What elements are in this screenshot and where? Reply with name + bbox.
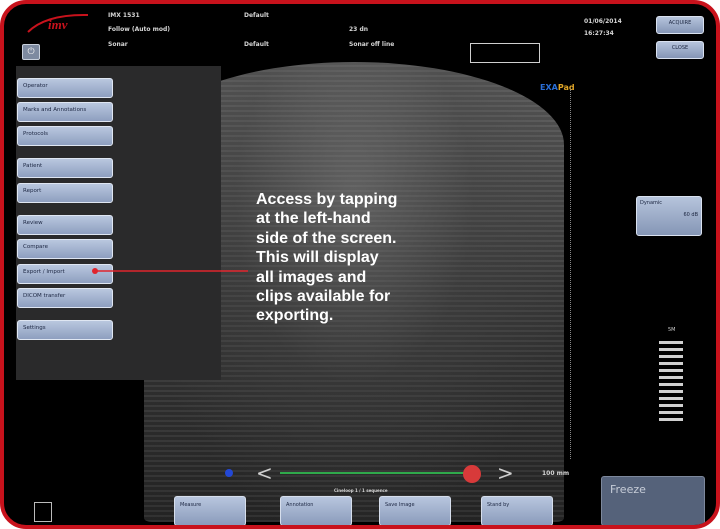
menu-item-review[interactable]: Review — [17, 215, 113, 235]
menu-item-report[interactable]: Report — [17, 183, 113, 203]
save-image-button[interactable]: Save Image — [379, 496, 451, 525]
acquire-button[interactable]: ACQUIRE — [656, 16, 704, 34]
device-frame: imv IMX 1531 Follow (Auto mod) Sonar Def… — [0, 0, 720, 529]
tgc-gain-sliders[interactable] — [654, 339, 688, 429]
dynamic-value: 60 dB — [683, 212, 698, 218]
power-icon: ⏻ — [27, 47, 35, 57]
header-probe: IMX 1531 — [108, 12, 140, 19]
header-sonar: Sonar — [108, 41, 128, 48]
cine-label: Cineloop 1 / 1 sequence — [334, 488, 388, 493]
stand-by-button[interactable]: Stand by — [481, 496, 553, 525]
depth-scale — [570, 89, 572, 459]
dynamic-range-control[interactable]: Dynamic 60 dB — [636, 196, 702, 236]
left-menu-panel: Operator Marks and Annotations Protocols… — [16, 66, 221, 380]
menu-item-compare[interactable]: Compare — [17, 239, 113, 259]
freeze-button[interactable]: Freeze — [601, 476, 705, 525]
header-date: 01/06/2014 — [584, 18, 622, 25]
chevron-left-icon[interactable]: < — [256, 461, 273, 485]
menu-item-dicom[interactable]: DICOM transfer — [17, 288, 113, 308]
menu-item-operator[interactable]: Operator — [17, 78, 113, 98]
menu-item-marks[interactable]: Marks and Annotations — [17, 102, 113, 122]
home-button[interactable]: ⏻ — [22, 44, 40, 60]
menu-item-patient[interactable]: Patient — [17, 158, 113, 178]
close-button[interactable]: CLOSE — [656, 41, 704, 59]
header-preset-2: Default — [244, 41, 269, 48]
dynamic-label: Dynamic — [640, 200, 663, 206]
annotation-button[interactable]: Annotation — [280, 496, 352, 525]
header-mode: Follow (Auto mod) — [108, 26, 170, 33]
cine-slider-knob[interactable] — [463, 465, 481, 483]
info-box — [470, 43, 540, 63]
header-depth: 23 dn — [349, 26, 369, 33]
measure-button[interactable]: Measure — [174, 496, 246, 525]
menu-item-protocols[interactable]: Protocols — [17, 126, 113, 146]
depth-readout: 100 mm — [542, 470, 570, 477]
cine-start-marker — [225, 469, 233, 477]
cine-slider-track[interactable] — [280, 472, 480, 474]
gain-label: 5M — [668, 327, 676, 333]
menu-item-settings[interactable]: Settings — [17, 320, 113, 340]
header-status: Sonar off line — [349, 41, 395, 48]
header-time: 16:27:34 — [584, 30, 614, 37]
callout-pointer — [92, 268, 248, 274]
header-preset: Default — [244, 12, 269, 19]
imv-logo: imv — [27, 13, 89, 33]
chevron-right-icon[interactable]: > — [497, 461, 514, 485]
callout-text: Access by tapping at the left-hand side … — [256, 191, 398, 325]
svg-text:imv: imv — [48, 17, 68, 32]
probe-icon[interactable] — [34, 502, 52, 522]
